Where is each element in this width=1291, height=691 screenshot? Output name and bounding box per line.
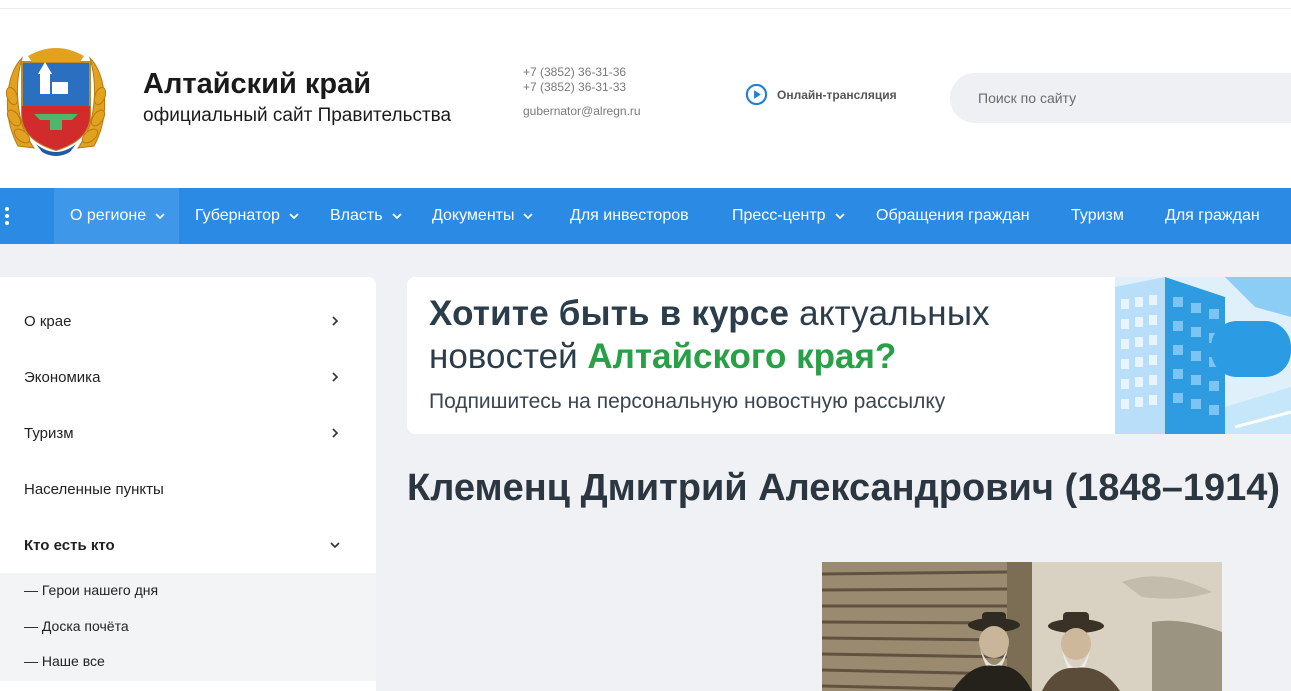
nav-item-label: Обращения граждан (876, 207, 1030, 224)
chevron-down-icon (289, 213, 299, 220)
nav-item-label: Для граждан (1165, 207, 1260, 224)
banner-headline-text: новостей (429, 337, 588, 376)
coat-of-arms-logo[interactable] (0, 36, 112, 162)
search-input[interactable] (950, 73, 1291, 123)
chevron-down-icon (834, 213, 845, 220)
banner-headline-line1: Хотите быть в курсе актуальных (429, 294, 990, 334)
sidebar-item-about[interactable]: О крае (0, 293, 376, 349)
nav-item-label: Губернатор (195, 207, 280, 224)
nav-item-governor[interactable]: Губернатор (195, 188, 300, 244)
sidebar-item-settlements[interactable]: Населенные пункты (0, 461, 376, 517)
nav-item-documents[interactable]: Документы (432, 188, 534, 244)
nav-item-label: Пресс-центр (732, 207, 826, 224)
sidebar: О крае Экономика Туризм Населенные пункт… (0, 277, 376, 691)
chevron-down-icon (391, 213, 402, 220)
sidebar-submenu: — Герои нашего дня — Доска почёта — Наше… (0, 573, 376, 681)
banner-subtext: Подпишитесь на персональную новостную ра… (429, 390, 946, 413)
nav-item-label: О регионе (70, 207, 147, 224)
email-link[interactable]: gubernator@alregn.ru (523, 104, 641, 118)
nav-item-appeals[interactable]: Обращения граждан (876, 188, 1030, 244)
chevron-down-icon (155, 213, 165, 220)
sidebar-item-who-is-who[interactable]: Кто есть кто (0, 517, 376, 573)
more-menu-icon[interactable] (0, 188, 14, 244)
banner-headline-bold: Хотите быть в курсе (429, 294, 790, 333)
live-stream-link[interactable]: Онлайн-трансляция (745, 83, 897, 106)
site-subtitle: официальный сайт Правительства (143, 105, 452, 126)
nav-item-citizens[interactable]: Для граждан (1165, 188, 1260, 244)
historical-photo[interactable] (822, 562, 1222, 691)
nav-item-label: Власть (330, 207, 383, 224)
chevron-right-icon (332, 428, 339, 438)
sidebar-item-label: Экономика (24, 368, 101, 386)
sidebar-item-tourism[interactable]: Туризм (0, 405, 376, 461)
nav-item-power[interactable]: Власть (330, 188, 403, 244)
chevron-down-icon (523, 213, 534, 220)
sidebar-item-label: Населенные пункты (24, 480, 164, 498)
banner-headline-line2: новостей Алтайского края? (429, 337, 896, 377)
chevron-down-icon (330, 542, 340, 549)
phone-number[interactable]: +7 (3852) 36-31-36 (523, 65, 626, 79)
building-illustration (1115, 277, 1291, 434)
sidebar-item-label: Кто есть кто (24, 536, 115, 554)
newsletter-banner[interactable]: Хотите быть в курсе актуальных новостей … (407, 277, 1291, 434)
page-title: Клеменц Дмитрий Александрович (1848–1914… (407, 467, 1281, 509)
play-icon (745, 83, 768, 106)
banner-headline-light: актуальных (789, 294, 990, 333)
nav-item-region[interactable]: О регионе (54, 188, 179, 244)
sidebar-item-economy[interactable]: Экономика (0, 349, 376, 405)
site-title[interactable]: Алтайский край (143, 68, 371, 101)
phone-number[interactable]: +7 (3852) 36-31-33 (523, 80, 626, 94)
main-navigation: О регионе Губернатор Власть Документы Дл… (0, 188, 1291, 244)
nav-item-label: Туризм (1071, 207, 1124, 224)
top-divider (0, 8, 1291, 9)
nav-item-investors[interactable]: Для инвесторов (570, 188, 689, 244)
live-stream-label: Онлайн-трансляция (777, 87, 897, 102)
chevron-right-icon (332, 316, 339, 326)
sidebar-item-label: О крае (24, 312, 72, 330)
nav-item-press-center[interactable]: Пресс-центр (732, 188, 846, 244)
nav-item-tourism[interactable]: Туризм (1071, 188, 1124, 244)
submenu-item-our-all[interactable]: — Наше все (24, 653, 105, 669)
chevron-right-icon (332, 372, 339, 382)
submenu-item-honor-board[interactable]: — Доска почёта (24, 618, 129, 634)
banner-headline-green: Алтайского края? (587, 337, 897, 376)
sidebar-item-label: Туризм (24, 424, 74, 442)
submenu-item-heroes[interactable]: — Герои нашего дня (24, 582, 158, 598)
nav-item-label: Документы (432, 207, 515, 224)
nav-item-label: Для инвесторов (570, 207, 689, 224)
